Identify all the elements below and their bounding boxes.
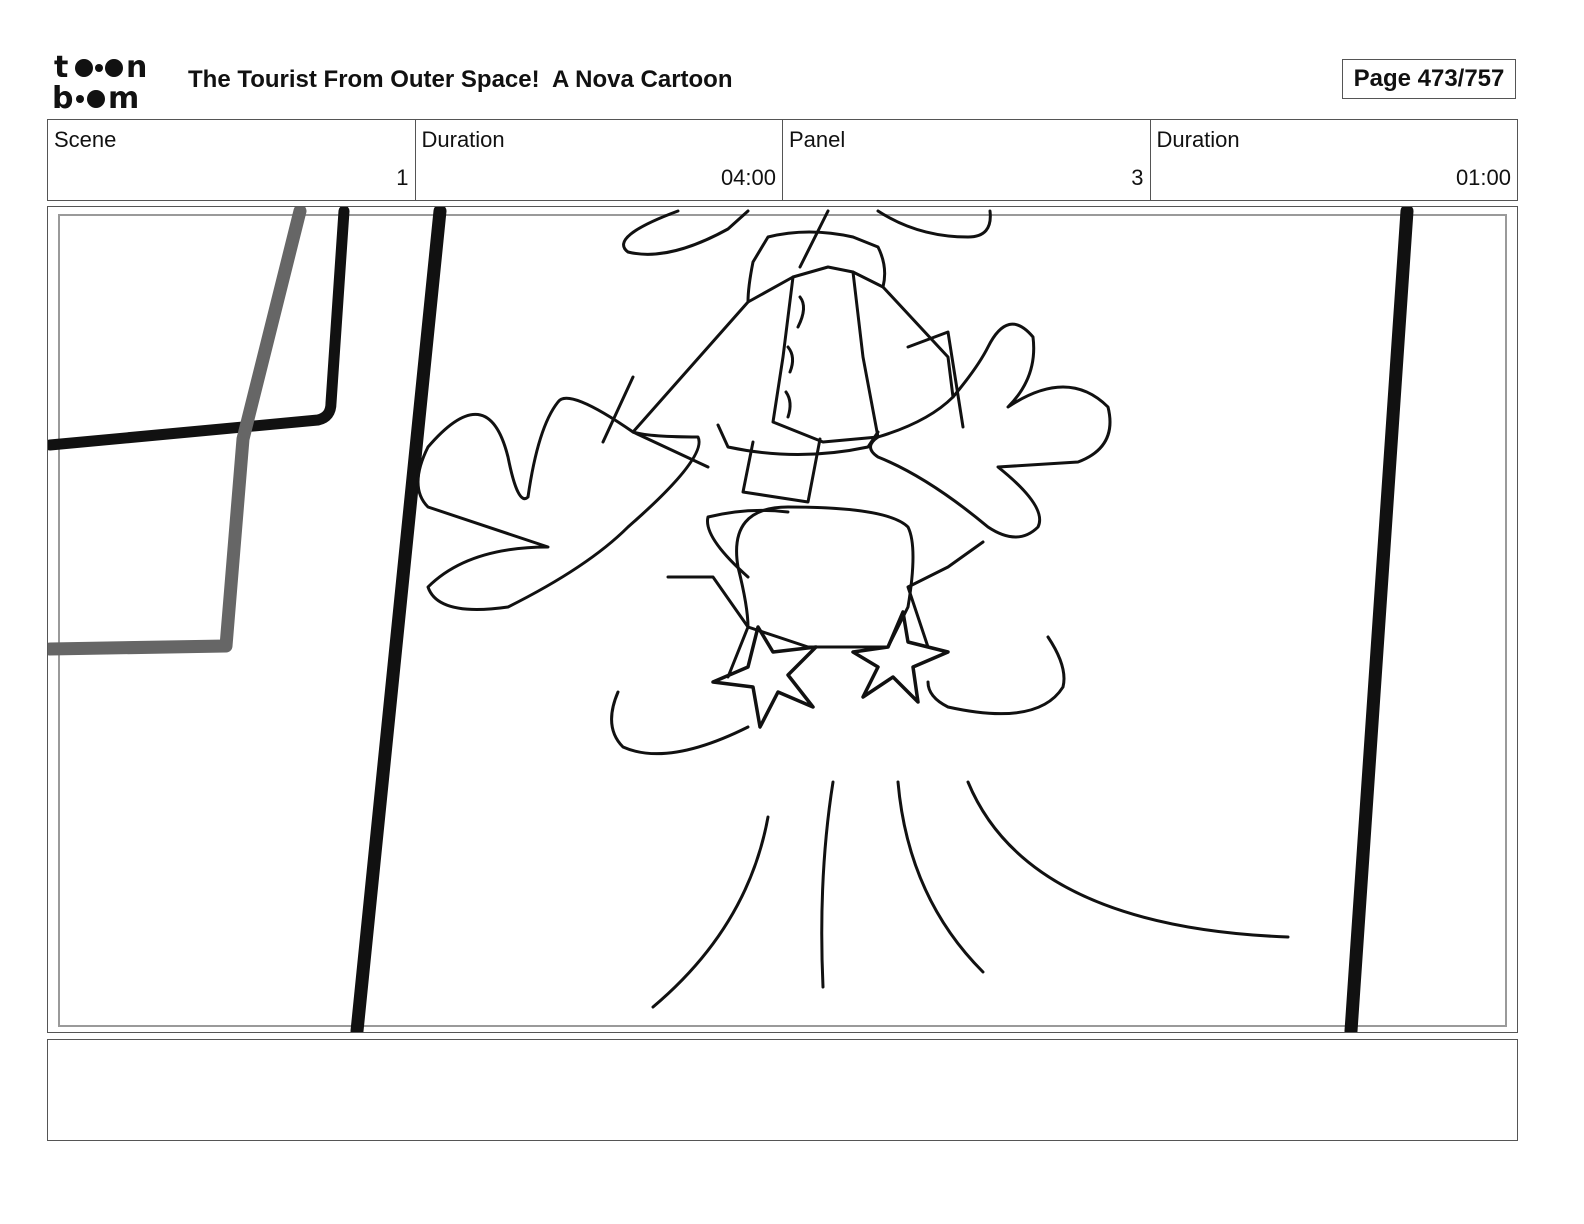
wall-line-left bbox=[350, 207, 447, 1032]
window-frame-dark bbox=[48, 207, 350, 451]
tentacle-4 bbox=[966, 780, 1290, 939]
cheek-right bbox=[926, 635, 1066, 716]
tentacle-1 bbox=[651, 815, 770, 1009]
document-title: The Tourist From Outer Space! A Nova Car… bbox=[188, 66, 733, 93]
panel-cell: Panel 3 bbox=[783, 120, 1151, 200]
scene-duration-cell: Duration 04:00 bbox=[416, 120, 783, 200]
page-number: Page 473/757 bbox=[1342, 59, 1516, 99]
ear-right bbox=[906, 540, 985, 649]
panel-duration-value: 01:00 bbox=[1455, 165, 1511, 190]
svg-text:m: m bbox=[108, 81, 139, 112]
star-eye-left bbox=[711, 625, 818, 729]
panel-duration-cell: Duration 01:00 bbox=[1151, 120, 1518, 200]
storyboard-drawing bbox=[48, 207, 1507, 1032]
hair-left bbox=[622, 209, 750, 256]
svg-text:n: n bbox=[126, 50, 147, 85]
right-hand bbox=[869, 322, 1112, 539]
camera-frame bbox=[58, 214, 1507, 1027]
scene-label: Scene bbox=[54, 127, 117, 152]
head bbox=[735, 505, 915, 649]
scene-cell: Scene 1 bbox=[48, 120, 416, 200]
panel-label: Panel bbox=[789, 127, 846, 152]
wall-line-right bbox=[1344, 207, 1414, 1032]
toon-boom-logo: t n b m bbox=[52, 50, 164, 116]
panel-notes bbox=[47, 1039, 1518, 1141]
tentacle-2 bbox=[820, 780, 835, 989]
tentacle-3 bbox=[896, 780, 985, 974]
left-arm bbox=[631, 300, 750, 469]
panel-value: 3 bbox=[1131, 165, 1144, 190]
left-hand bbox=[416, 396, 701, 611]
scene-info-table: Scene 1 Duration 04:00 Panel 3 Duration … bbox=[47, 119, 1518, 201]
scene-duration-label: Duration bbox=[421, 127, 505, 152]
ear-left bbox=[666, 575, 750, 679]
belt-buckle bbox=[741, 437, 822, 504]
scene-value: 1 bbox=[396, 165, 409, 190]
scene-duration-value: 04:00 bbox=[720, 165, 776, 190]
collar bbox=[746, 230, 887, 304]
svg-text:b: b bbox=[52, 81, 73, 112]
svg-text:t: t bbox=[54, 50, 68, 85]
star-eye-right bbox=[851, 610, 950, 704]
panel-duration-label: Duration bbox=[1156, 127, 1240, 152]
storyboard-panel bbox=[47, 206, 1518, 1033]
cheek-left bbox=[610, 690, 750, 756]
